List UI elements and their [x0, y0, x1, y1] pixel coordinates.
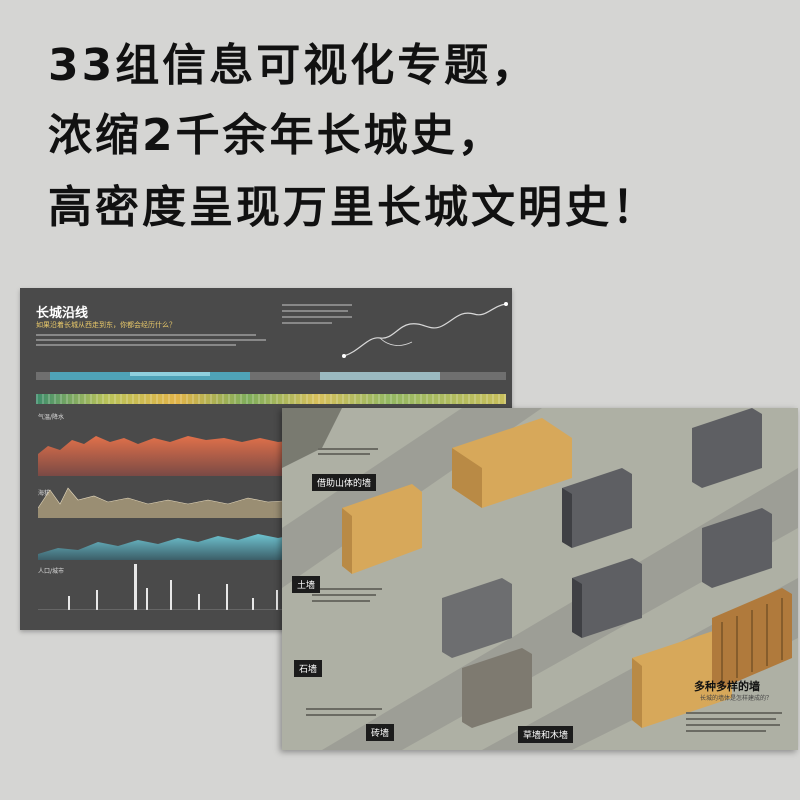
elevation-chart [38, 487, 298, 518]
headline-line-3: 高密度呈现万里长城文明史！ [48, 182, 659, 233]
headline-line-2: 浓缩2千余年长城史， [48, 110, 505, 161]
right-page-title: 多种多样的墙 [694, 680, 760, 693]
temperature-chart [38, 436, 298, 476]
timeline-segment [320, 372, 440, 380]
climate-strip [36, 394, 506, 404]
route-map [342, 302, 508, 358]
text-line [686, 724, 780, 726]
right-book-page: 借助山体的墙 土墙 石墙 砖墙 草墙和木墙 多种多样的墙 长城的墙体是怎样建成的… [282, 408, 798, 750]
text-line [312, 594, 376, 596]
wall-label-grass-wood: 草墙和木墙 [518, 726, 574, 743]
timeline-segment [130, 372, 210, 376]
text-line [318, 448, 378, 450]
text-line [306, 714, 376, 716]
wall-label-earth: 土墙 [292, 576, 321, 593]
section-label-climate: 气温/降水 [38, 414, 65, 421]
text-line [36, 344, 236, 346]
wall-label-brick: 砖墙 [366, 724, 395, 741]
text-line [282, 310, 348, 312]
headline-line-1: 33组信息可视化专题， [48, 40, 539, 91]
text-line [686, 730, 766, 732]
text-line [36, 339, 266, 341]
text-line [312, 600, 370, 602]
text-line [306, 708, 382, 710]
text-line [312, 588, 382, 590]
wall-label-stone: 石墙 [294, 660, 323, 677]
right-page-subtitle: 长城的墙体是怎样建成的？ [700, 695, 773, 702]
text-line [36, 334, 256, 336]
left-page-title: 长城沿线 [36, 306, 89, 321]
population-chart [38, 534, 298, 560]
text-line [318, 453, 370, 455]
text-line [686, 718, 776, 720]
city-spike-chart [38, 564, 298, 610]
left-page-subtitle: 如果沿着长城从西走到东，你都会经历什么？ [36, 321, 176, 329]
wall-label-mountain: 借助山体的墙 [312, 474, 377, 491]
text-line [686, 712, 782, 714]
text-line [282, 322, 332, 324]
